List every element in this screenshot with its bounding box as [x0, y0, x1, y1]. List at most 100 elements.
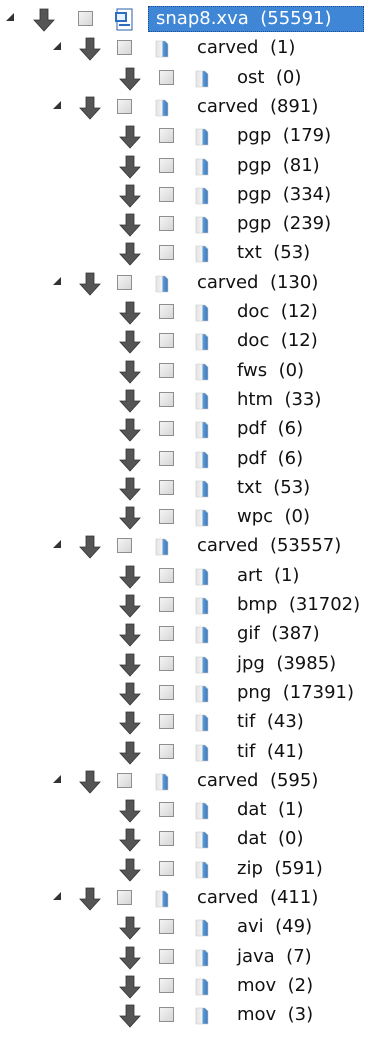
checkbox-icon[interactable] [159, 831, 174, 847]
tree-leaf-node[interactable]: txt (53) [0, 238, 379, 268]
checkbox-icon[interactable] [159, 69, 174, 85]
tree-leaf-node[interactable]: pgp (81) [0, 151, 379, 181]
tree-leaf-node[interactable]: wpc (0) [0, 502, 379, 532]
tree-leaf-node[interactable]: zip (591) [0, 854, 379, 884]
tree-leaf-node[interactable]: tif (41) [0, 737, 379, 767]
node-label: htm (33) [237, 388, 321, 412]
tree-leaf-node[interactable]: pgp (179) [0, 121, 379, 151]
tree-leaf-node[interactable]: txt (53) [0, 473, 379, 503]
node-label: pgp (334) [237, 183, 331, 207]
checkbox-icon[interactable] [159, 948, 174, 964]
collapse-triangle-icon[interactable] [53, 774, 61, 783]
file-icon [152, 98, 170, 118]
checkbox-icon[interactable] [159, 421, 174, 437]
tree-leaf-node[interactable]: doc (12) [0, 297, 379, 327]
tree-leaf-node[interactable]: mov (3) [0, 1000, 379, 1030]
collapse-triangle-icon[interactable] [6, 13, 14, 21]
tree-leaf-node[interactable]: bmp (31702) [0, 590, 379, 620]
tree-leaf-node[interactable]: fws (0) [0, 356, 379, 386]
node-label: avi (49) [237, 915, 312, 939]
tree-leaf-node[interactable]: pdf (6) [0, 414, 379, 444]
tree-group-node[interactable]: carved (411) [0, 883, 379, 913]
checkbox-icon[interactable] [117, 538, 132, 554]
collapse-triangle-icon[interactable] [53, 100, 61, 109]
node-name: carved [197, 95, 259, 117]
file-icon [152, 39, 170, 59]
checkbox-icon[interactable] [159, 304, 174, 319]
checkbox-icon[interactable] [159, 567, 174, 583]
checkbox-icon[interactable] [159, 597, 174, 612]
checkbox-icon[interactable] [159, 626, 174, 642]
file-icon [192, 625, 210, 645]
checkbox-icon[interactable] [159, 509, 174, 525]
checkbox-icon[interactable] [159, 391, 174, 407]
tree-leaf-node[interactable]: dat (0) [0, 824, 379, 854]
node-count: (53) [273, 242, 311, 264]
checkbox-icon[interactable] [159, 362, 174, 378]
node-count: (6) [277, 447, 304, 469]
checkbox-icon[interactable] [117, 98, 132, 114]
tree-root-node[interactable]: snap8.xva (55591) [0, 4, 379, 34]
tree-leaf-node[interactable]: doc (12) [0, 326, 379, 356]
tree-leaf-node[interactable]: pgp (239) [0, 209, 379, 239]
checkbox-icon[interactable] [159, 216, 174, 232]
tree-group-node[interactable]: carved (130) [0, 268, 379, 298]
checkbox-icon[interactable] [117, 40, 132, 56]
tree-leaf-node[interactable]: pdf (6) [0, 444, 379, 474]
tree-group-node[interactable]: carved (891) [0, 92, 379, 122]
tree-leaf-node[interactable]: png (17391) [0, 678, 379, 708]
collapse-triangle-icon[interactable] [53, 42, 61, 51]
checkbox-icon[interactable] [159, 919, 174, 935]
tree-leaf-node[interactable]: mov (2) [0, 971, 379, 1001]
collapse-triangle-icon[interactable] [53, 540, 61, 549]
tree-leaf-node[interactable]: pgp (334) [0, 180, 379, 210]
checkbox-icon[interactable] [159, 802, 174, 818]
checkbox-icon[interactable] [159, 684, 174, 700]
node-name: ost [237, 66, 265, 88]
tree-leaf-node[interactable]: jpg (3985) [0, 649, 379, 679]
checkbox-icon[interactable] [159, 128, 174, 144]
checkbox-icon[interactable] [159, 977, 174, 993]
checkbox-icon[interactable] [159, 714, 174, 730]
checkbox-icon[interactable] [159, 860, 174, 876]
checkbox-icon[interactable] [159, 450, 174, 466]
checkbox-icon[interactable] [78, 11, 93, 26]
checkbox-icon[interactable] [159, 655, 174, 671]
checkbox-icon[interactable] [159, 186, 174, 202]
node-label: doc (12) [237, 300, 318, 324]
tree-leaf-node[interactable]: gif (387) [0, 619, 379, 649]
collapse-triangle-icon[interactable] [53, 276, 61, 285]
checkbox-icon[interactable] [117, 890, 132, 905]
checkbox-icon[interactable] [159, 333, 174, 349]
tree-leaf-node[interactable]: ost (0) [0, 63, 379, 93]
tree-leaf-node[interactable]: dat (1) [0, 795, 379, 825]
collapse-triangle-icon[interactable] [53, 892, 61, 900]
checkbox-icon[interactable] [117, 772, 132, 788]
file-icon [192, 186, 210, 206]
file-icon [192, 684, 210, 704]
checkbox-icon[interactable] [159, 157, 174, 173]
tree-leaf-node[interactable]: htm (33) [0, 385, 379, 415]
file-icon [192, 596, 210, 616]
down-arrow-icon [119, 623, 141, 647]
tree-group-node[interactable]: carved (1) [0, 33, 379, 63]
node-label: tif (41) [237, 740, 304, 764]
down-arrow-icon [119, 653, 141, 677]
tree-leaf-node[interactable]: avi (49) [0, 912, 379, 942]
checkbox-icon[interactable] [159, 743, 174, 759]
node-label: dat (1) [237, 798, 303, 822]
checkbox-icon[interactable] [159, 1007, 174, 1023]
checkbox-icon[interactable] [159, 245, 174, 261]
node-count: (12) [280, 330, 318, 352]
checkbox-icon[interactable] [117, 274, 132, 290]
checkbox-icon[interactable] [159, 479, 174, 495]
tree-leaf-node[interactable]: java (7) [0, 942, 379, 972]
node-label: carved (411) [197, 886, 318, 910]
node-count: (33) [284, 388, 322, 410]
tree-leaf-node[interactable]: art (1) [0, 561, 379, 591]
tree-leaf-node[interactable]: tif (43) [0, 707, 379, 737]
tree-group-node[interactable]: carved (53557) [0, 531, 379, 561]
node-label: zip (591) [237, 857, 323, 881]
node-count: (49) [275, 916, 313, 938]
tree-group-node[interactable]: carved (595) [0, 766, 379, 796]
